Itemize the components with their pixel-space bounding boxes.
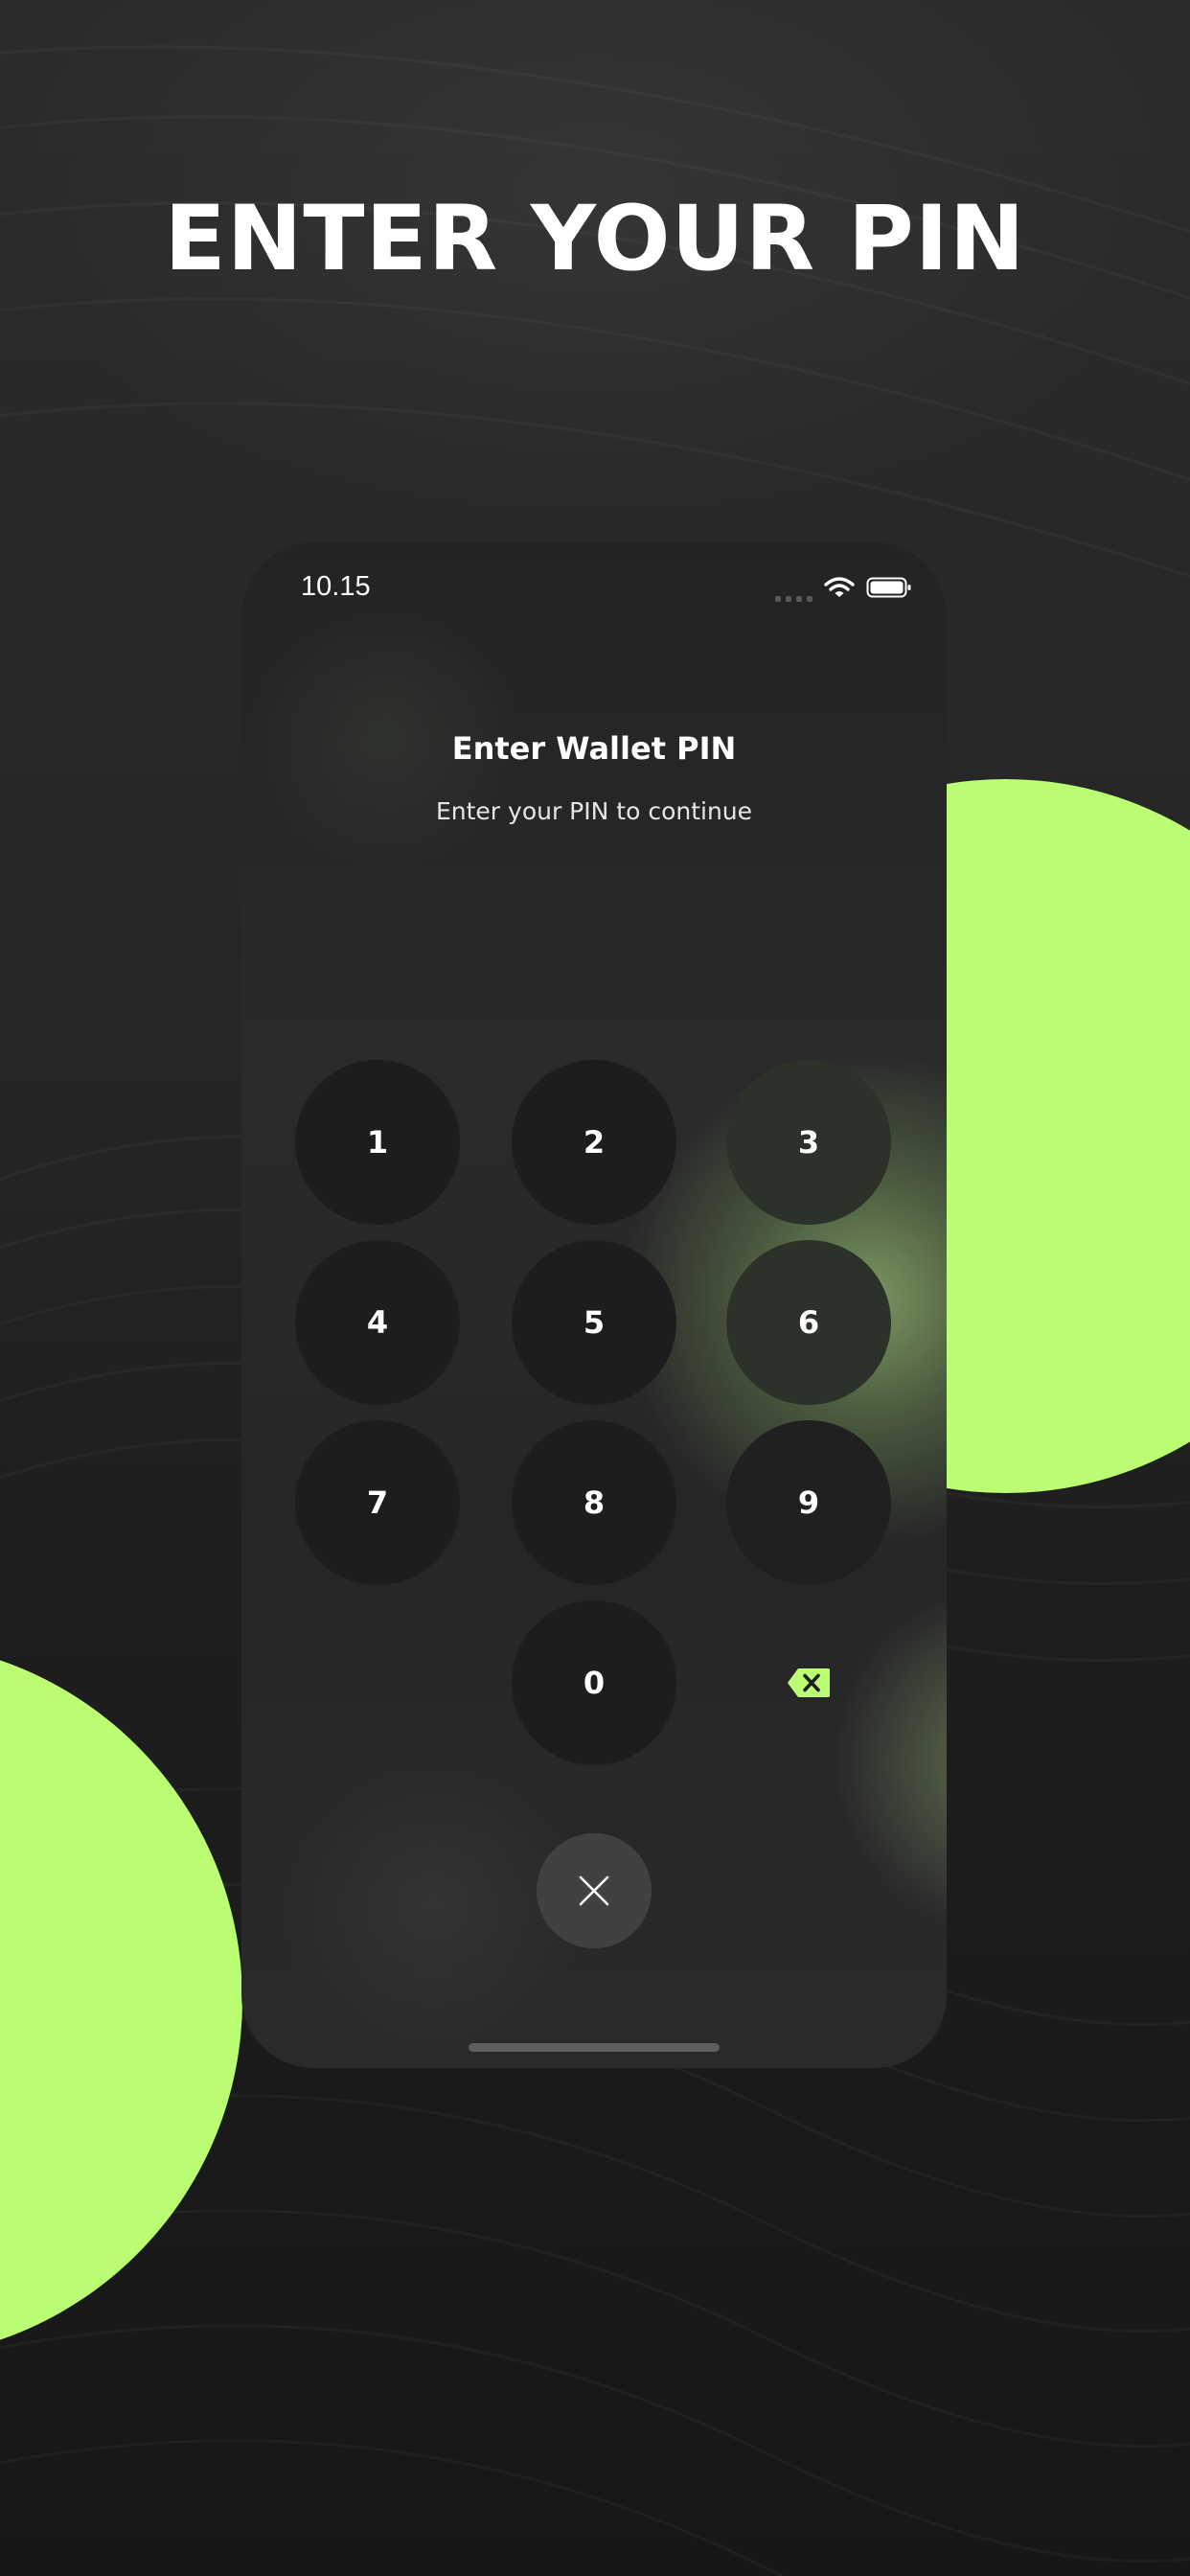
screen-title: Enter Wallet PIN: [451, 730, 737, 767]
keypad-key-5[interactable]: 5: [512, 1240, 676, 1405]
wifi-icon: [824, 577, 855, 597]
signal-icon: [775, 573, 812, 602]
keypad-key-7[interactable]: 7: [295, 1420, 460, 1585]
page-headline: ENTER YOUR PIN: [164, 187, 1026, 291]
battery-icon: [866, 577, 911, 598]
keypad-key-3[interactable]: 3: [726, 1060, 891, 1225]
screen-subtitle: Enter your PIN to continue: [435, 797, 753, 825]
keypad-key-4[interactable]: 4: [295, 1240, 460, 1405]
keypad-key-8[interactable]: 8: [512, 1420, 676, 1585]
page: ENTER YOUR PIN 10.15 Enter Wallet PIN En…: [0, 0, 1190, 2576]
keypad-key-2[interactable]: 2: [512, 1060, 676, 1225]
keypad-key-6[interactable]: 6: [726, 1240, 891, 1405]
keypad-key-1[interactable]: 1: [295, 1060, 460, 1225]
keypad-key-9[interactable]: 9: [726, 1420, 891, 1585]
status-icons: [775, 573, 912, 602]
home-indicator[interactable]: [469, 2043, 720, 2052]
close-button[interactable]: [537, 1833, 652, 1948]
backspace-icon: [788, 1668, 830, 1697]
status-time: 10.15: [301, 571, 371, 602]
delete-button[interactable]: [726, 1600, 891, 1765]
phone-screen: 10.15 Enter Wallet PIN Enter your PIN to…: [241, 542, 947, 2068]
close-icon: [579, 1875, 609, 1906]
keypad-key-0[interactable]: 0: [512, 1600, 676, 1765]
